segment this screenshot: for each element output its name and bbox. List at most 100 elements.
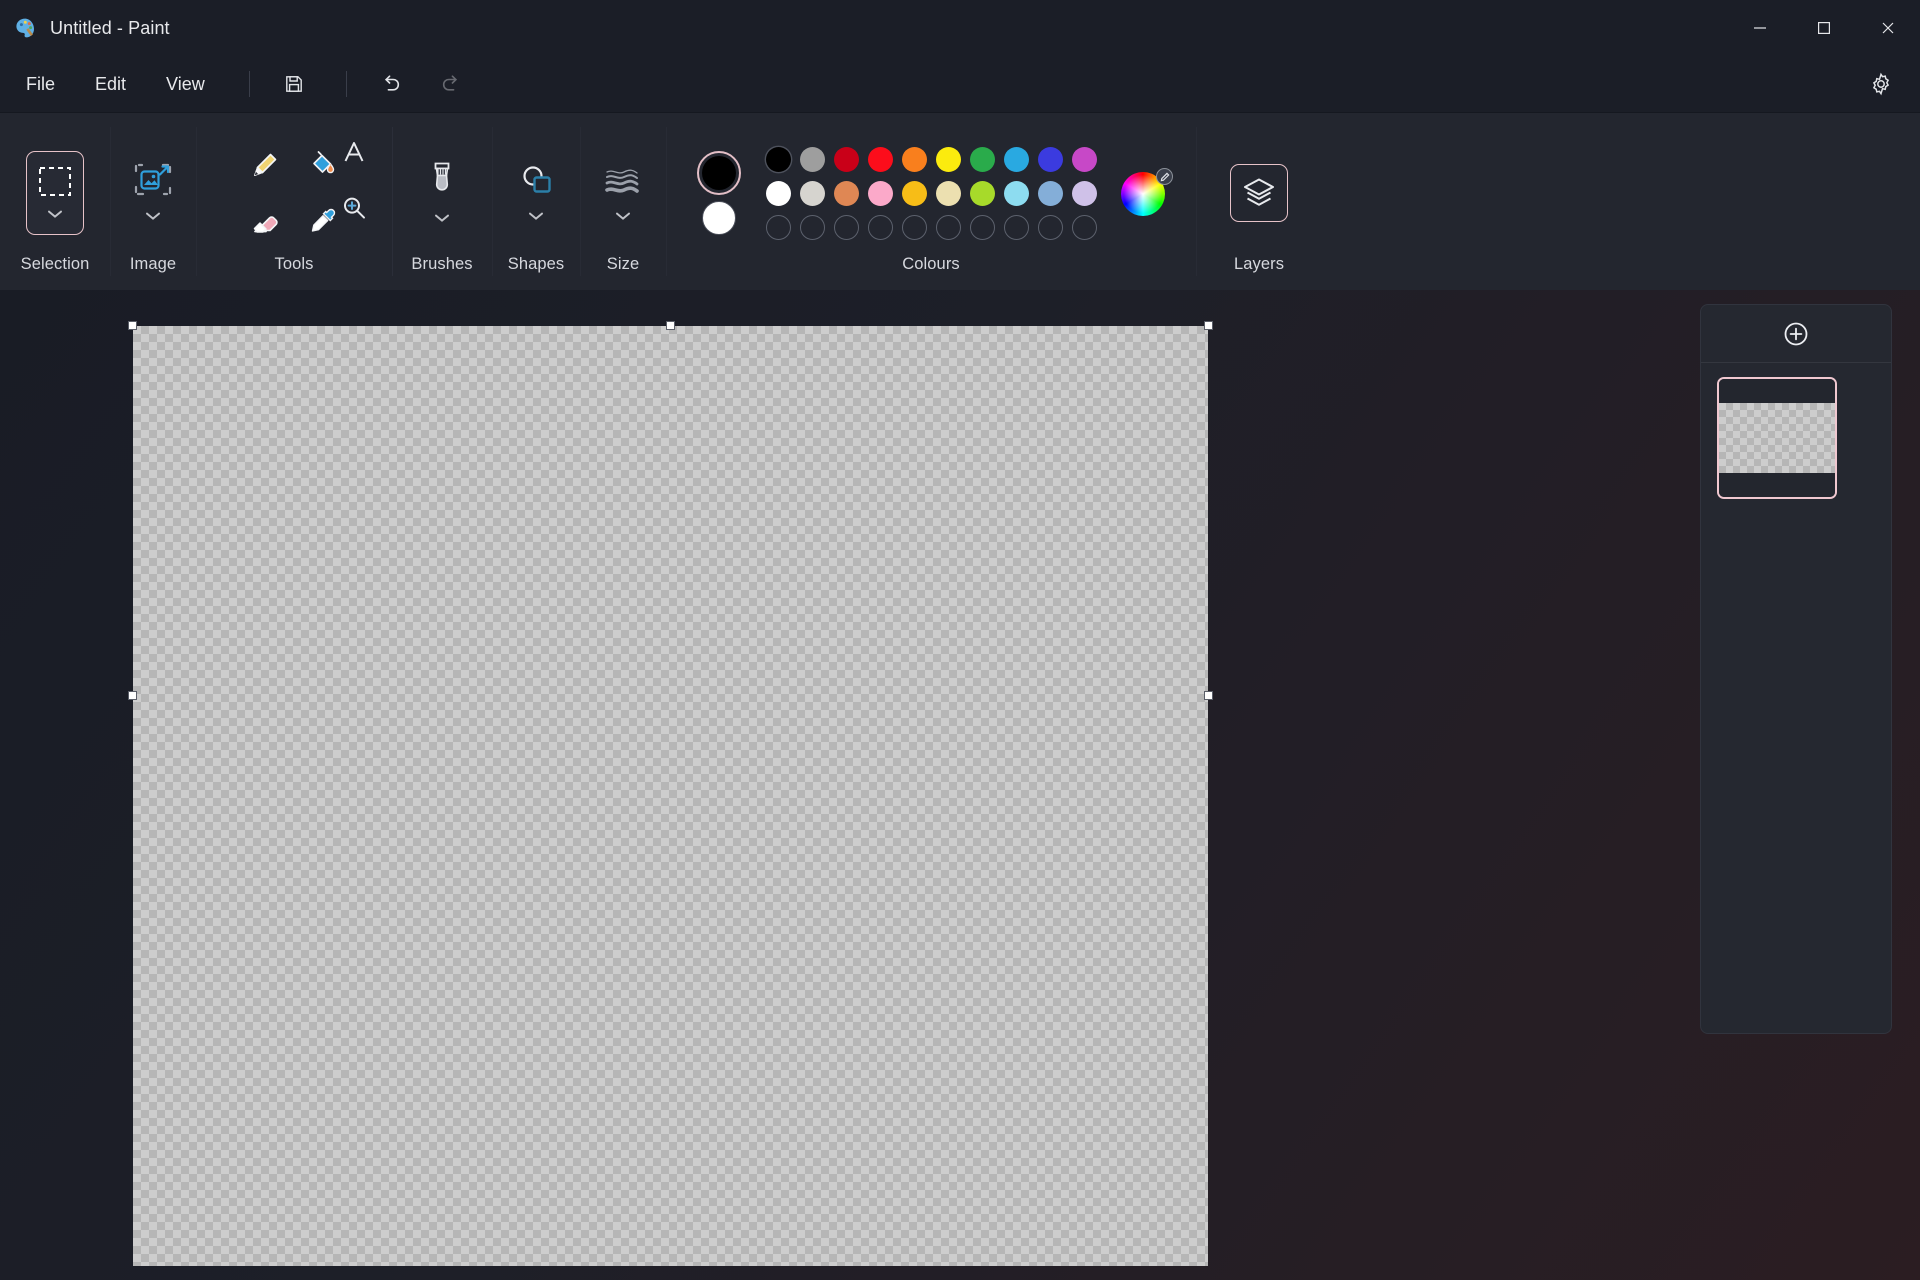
palette-swatch-r2-c5[interactable] (901, 180, 927, 206)
palette-swatch-r2-c7[interactable] (969, 180, 995, 206)
resize-handle-middle-right[interactable] (1204, 691, 1213, 700)
ribbon-group-label-image: Image (129, 255, 177, 273)
size-lines-icon[interactable] (602, 160, 644, 226)
palette-swatch-r3-c9[interactable] (1037, 214, 1063, 240)
palette-swatch-r2-c2[interactable] (799, 180, 825, 206)
ribbon-group-label-layers: Layers (1233, 255, 1285, 273)
size-chevron-down-icon[interactable] (615, 208, 631, 226)
resize-handle-middle-left[interactable] (128, 691, 137, 700)
resize-handle-top-center[interactable] (666, 321, 675, 330)
palette-swatch-r1-c5[interactable] (901, 146, 927, 172)
layers-group-body (1230, 131, 1288, 255)
brushes-group-body (424, 131, 460, 255)
menu-divider-2 (345, 71, 347, 97)
menu-item-file[interactable]: File (8, 66, 73, 103)
ribbon-group-size: Size (580, 113, 666, 290)
palette-swatch-r2-c1[interactable] (765, 180, 791, 206)
resize-handle-top-right[interactable] (1204, 321, 1213, 330)
palette-swatch-r3-c2[interactable] (799, 214, 825, 240)
size-group-body (602, 131, 644, 255)
layer-thumbnail-checkerboard (1719, 403, 1835, 473)
ribbon-group-shapes: Shapes (492, 113, 580, 290)
palette-swatch-r1-c3[interactable] (833, 146, 859, 172)
image-chevron-down-icon[interactable] (145, 208, 161, 226)
palette-swatch-r2-c3[interactable] (833, 180, 859, 206)
ribbon-group-label-tools: Tools (274, 255, 314, 273)
palette-swatch-r1-c8[interactable] (1003, 146, 1029, 172)
window-controls (1728, 0, 1920, 56)
palette-swatch-r2-c9[interactable] (1037, 180, 1063, 206)
colour-wheel-button[interactable] (1121, 168, 1173, 218)
palette-swatch-r2-c4[interactable] (867, 180, 893, 206)
shapes-chevron-down-icon[interactable] (528, 208, 544, 226)
palette-swatch-r3-c4[interactable] (867, 214, 893, 240)
palette-swatch-r3-c6[interactable] (935, 214, 961, 240)
palette-swatch-r1-c10[interactable] (1071, 146, 1097, 172)
palette-swatch-r3-c1[interactable] (765, 214, 791, 240)
image-group-body (132, 131, 174, 255)
maximize-button[interactable] (1792, 0, 1856, 56)
palette-swatch-r3-c8[interactable] (1003, 214, 1029, 240)
palette-swatch-r1-c1[interactable] (765, 146, 791, 172)
selection-group-body (26, 131, 84, 255)
layers-list (1701, 363, 1891, 513)
pencil-icon[interactable] (241, 141, 289, 189)
secondary-colour-swatch[interactable] (702, 201, 736, 235)
palette-swatch-r1-c4[interactable] (867, 146, 893, 172)
ribbon-group-colours: Colours (666, 113, 1196, 290)
palette-swatch-r1-c6[interactable] (935, 146, 961, 172)
shapes-group-body (516, 131, 556, 255)
close-button[interactable] (1856, 0, 1920, 56)
palette-swatch-r3-c10[interactable] (1071, 214, 1097, 240)
layers-icon[interactable] (1230, 164, 1288, 222)
shapes-icon[interactable] (516, 160, 556, 226)
eraser-icon[interactable] (241, 197, 289, 245)
palette-swatch-r3-c5[interactable] (901, 214, 927, 240)
workspace (0, 290, 1920, 1280)
brushes-chevron-down-icon[interactable] (434, 210, 450, 228)
add-layer-plus-icon[interactable] (1779, 317, 1813, 351)
ribbon-group-label-size: Size (606, 255, 640, 273)
layer-thumb-strip-bottom (1719, 473, 1835, 497)
title-bar: Untitled - Paint (0, 0, 1920, 56)
rectangular-selection-icon[interactable] (26, 151, 84, 235)
resize-image-icon[interactable] (132, 160, 174, 226)
menu-item-edit[interactable]: Edit (77, 66, 144, 103)
layers-panel-header (1701, 305, 1891, 363)
ribbon-group-label-selection: Selection (20, 255, 90, 273)
palette-swatch-r3-c7[interactable] (969, 214, 995, 240)
redo-icon[interactable] (429, 64, 473, 104)
ribbon-group-brushes: Brushes (392, 113, 492, 290)
palette-swatch-r2-c6[interactable] (935, 180, 961, 206)
palette-swatch-r2-c10[interactable] (1071, 180, 1097, 206)
ribbon-group-label-brushes: Brushes (411, 255, 473, 273)
window-title: Untitled - Paint (50, 17, 170, 38)
drawing-canvas[interactable] (133, 326, 1208, 1266)
palette-swatch-r1-c9[interactable] (1037, 146, 1063, 172)
text-icon[interactable] (330, 128, 378, 176)
palette-swatch-r1-c2[interactable] (799, 146, 825, 172)
colour-palette-grid (761, 142, 1101, 244)
menu-item-view[interactable]: View (148, 66, 223, 103)
resize-handle-top-left[interactable] (128, 321, 137, 330)
list-item[interactable] (1717, 377, 1837, 499)
pencil-edit-icon[interactable] (1156, 168, 1173, 185)
primary-colour-swatch[interactable] (697, 151, 741, 195)
undo-icon[interactable] (369, 64, 413, 104)
selection-chevron-down-icon[interactable] (47, 206, 63, 224)
menu-bar: File Edit View (0, 56, 1920, 112)
colours-group-body (691, 131, 1173, 255)
paint-palette-icon (14, 16, 38, 40)
palette-swatch-r3-c3[interactable] (833, 214, 859, 240)
ribbon-group-layers: Layers (1196, 113, 1322, 290)
ribbon-toolbar: Selection Image Tools Brushes Shapes Siz… (0, 112, 1920, 290)
settings-gear-icon[interactable] (1860, 63, 1902, 105)
minimize-button[interactable] (1728, 0, 1792, 56)
palette-swatch-r2-c8[interactable] (1003, 180, 1029, 206)
save-icon[interactable] (272, 64, 316, 104)
brush-icon[interactable] (424, 158, 460, 228)
primary-colour-fill (702, 156, 736, 190)
palette-swatch-r1-c7[interactable] (969, 146, 995, 172)
active-colours (697, 151, 741, 235)
magnifier-icon[interactable] (330, 184, 378, 232)
